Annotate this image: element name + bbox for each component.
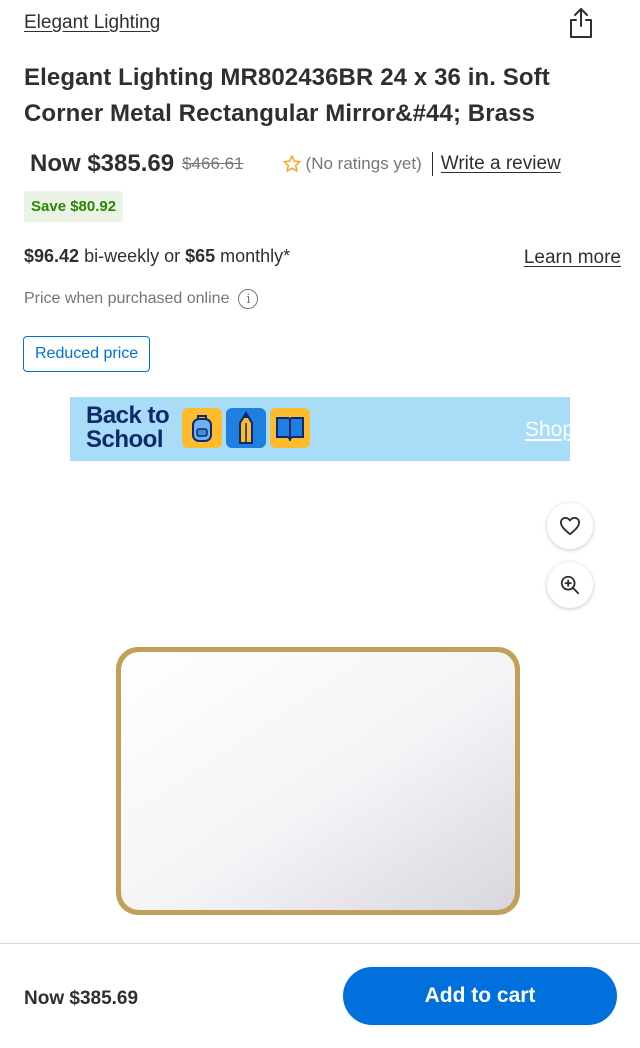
savings-badge: Save $80.92 xyxy=(24,191,124,222)
pencil-icon xyxy=(226,408,266,448)
share-icon xyxy=(570,8,592,38)
promo-title-line2: School xyxy=(86,426,164,453)
favorite-button[interactable] xyxy=(547,503,593,549)
original-price: $466.61 xyxy=(182,154,244,173)
learn-more-link[interactable]: Learn more xyxy=(524,247,621,269)
bottom-price: Now $385.69 xyxy=(24,988,139,1009)
mirror-glass xyxy=(121,652,515,910)
info-icon[interactable]: i xyxy=(238,289,259,309)
share-button[interactable] xyxy=(566,6,596,40)
divider xyxy=(431,152,433,176)
promo-shop-link[interactable]: Shop xyxy=(525,418,570,442)
monthly-label: monthly* xyxy=(215,246,291,266)
biweekly-amount: $96.42 xyxy=(24,246,80,266)
product-title: Elegant Lighting MR802436BR 24 x 36 in. … xyxy=(24,64,550,127)
back-to-school-banner[interactable]: Back to School Shop xyxy=(70,397,570,461)
installment-text: $96.42 bi-weekly or $65 monthly* xyxy=(24,246,290,267)
promo-icons xyxy=(182,408,310,448)
brand-link[interactable]: Elegant Lighting xyxy=(24,12,160,34)
zoom-button[interactable] xyxy=(547,562,593,608)
current-price: Now $385.69 xyxy=(30,150,175,177)
write-review-link[interactable]: Write a review xyxy=(441,153,561,175)
backpack-icon xyxy=(182,408,222,448)
add-to-cart-button[interactable]: Add to cart xyxy=(343,967,617,1025)
price-note-text: Price when purchased online xyxy=(24,290,230,307)
monthly-amount: $65 xyxy=(185,246,216,266)
promo-title: Back to School xyxy=(86,402,170,453)
ratings-text: (No ratings yet) xyxy=(305,154,422,173)
product-image[interactable] xyxy=(114,645,522,917)
price-row: Now $385.69 $466.61 (No ratings yet) Wri… xyxy=(30,146,630,182)
book-icon xyxy=(270,408,310,448)
star-icon xyxy=(282,154,302,174)
zoom-in-icon xyxy=(560,575,580,595)
reduced-price-badge: Reduced price xyxy=(23,336,151,372)
biweekly-label: bi-weekly or xyxy=(79,246,186,266)
heart-icon xyxy=(560,516,580,536)
bottom-bar: Now $385.69 Add to cart xyxy=(0,943,640,1048)
price-note: Price when purchased online i xyxy=(24,289,259,309)
promo-title-line1: Back to xyxy=(86,402,170,429)
